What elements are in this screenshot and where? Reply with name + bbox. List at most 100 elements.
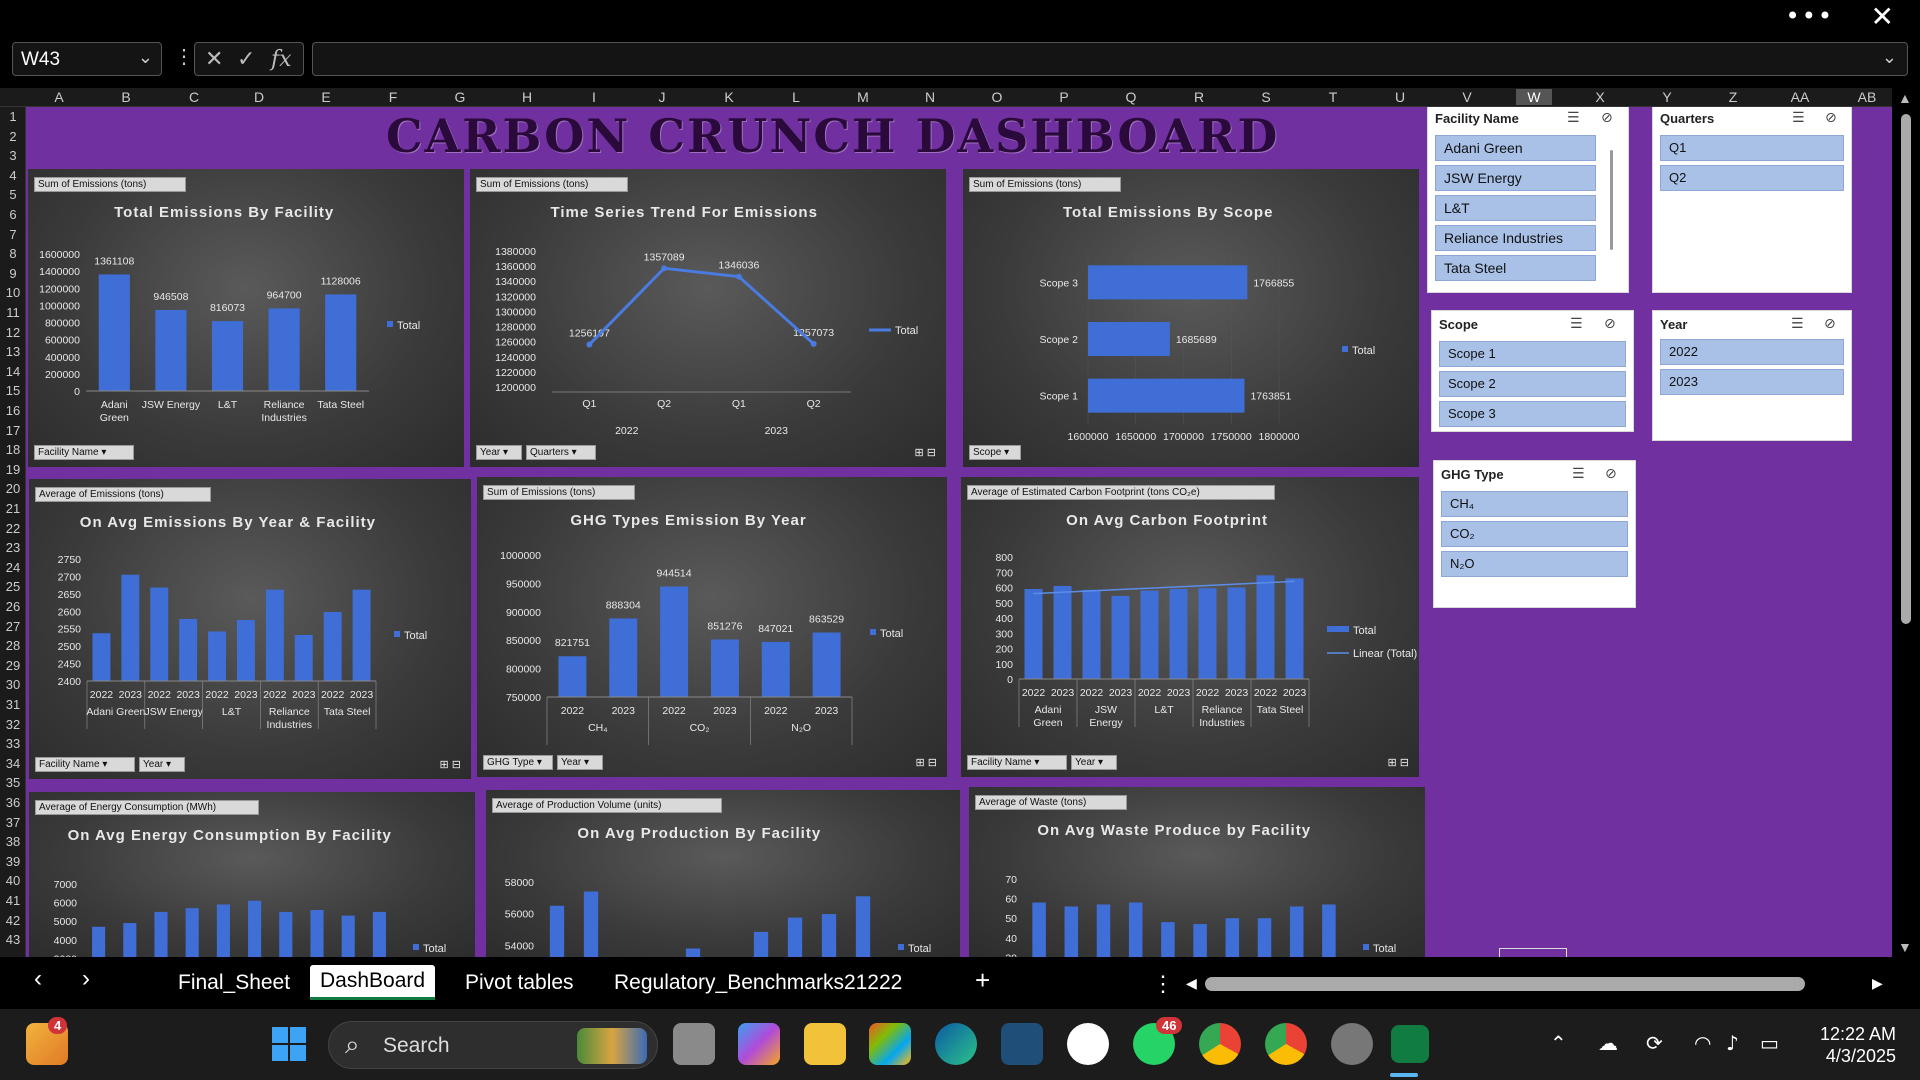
column-header-r[interactable]: R [1181,89,1217,105]
column-header-f[interactable]: F [375,89,411,105]
column-header-o[interactable]: O [979,89,1015,105]
chart-2[interactable]: Time Series Trend For Emissions Total 1380… [470,169,946,467]
filter-button-facility-name[interactable]: Facility Name ▾ [34,445,134,460]
formula-input[interactable]: ⌄ [312,42,1908,76]
filter-button-year[interactable]: Year ▾ [1071,755,1117,770]
slicer-facility[interactable]: Facility Name ☰ ⊘ Adani Green JSW Energy… [1427,107,1629,293]
column-header-h[interactable]: H [509,89,545,105]
name-box[interactable]: W43 ⌄ [12,42,162,76]
onedrive-icon[interactable]: ☁ [1598,1031,1618,1055]
clear-filter-icon[interactable]: ⊘ [1601,110,1613,126]
row-header-26[interactable]: 26 [0,599,26,614]
field-button[interactable]: Average of Emissions (tons) [35,487,211,502]
slicer-scrollbar[interactable] [1610,150,1613,250]
multi-select-icon[interactable]: ☰ [1792,110,1805,126]
slicer-year[interactable]: Year ☰ ⊘ 2022 2023 [1652,310,1852,441]
slicer-scope[interactable]: Scope ☰ ⊘ Scope 1 Scope 2 Scope 3 [1431,310,1634,432]
settings-icon[interactable] [1331,1023,1373,1065]
slicer-item[interactable]: Adani Green [1435,135,1596,161]
multi-select-icon[interactable]: ☰ [1791,316,1804,332]
chart-3[interactable]: Total Emissions By Scope Total 1600000 1650… [963,169,1419,467]
row-header-28[interactable]: 28 [0,638,26,653]
slicer-item[interactable]: Scope 1 [1439,341,1626,367]
filter-button-facility-name[interactable]: Facility Name ▾ [35,757,135,772]
column-header-ab[interactable]: AB [1849,89,1885,105]
scroll-right-icon[interactable]: ▶ [1872,975,1883,992]
column-header-aa[interactable]: AA [1782,89,1818,105]
filter-button-quarters[interactable]: Quarters ▾ [526,445,596,460]
expand-collapse-icon[interactable]: ⊞ ⊟ [915,446,937,459]
field-button[interactable]: Sum of Emissions (tons) [34,177,186,192]
taskbar-search[interactable]: ⌕ Search [328,1021,658,1069]
horizontal-scrollbar[interactable] [1205,977,1805,991]
selected-cell[interactable] [1499,948,1567,957]
row-header-15[interactable]: 15 [0,383,26,398]
slicer-item[interactable]: Tata Steel [1435,255,1596,281]
enter-icon[interactable]: ✓ [237,47,255,72]
windows-start-icon[interactable] [268,1023,310,1065]
row-header-36[interactable]: 36 [0,795,26,810]
slicer-quarters[interactable]: Quarters ☰ ⊘ Q1 Q2 [1652,107,1852,293]
column-header-m[interactable]: M [845,89,881,105]
row-header-9[interactable]: 9 [0,266,26,281]
copilot-icon[interactable] [738,1023,780,1065]
chart-6[interactable]: On Avg Carbon Footprint Total Linear (Tota… [961,477,1419,777]
column-header-y[interactable]: Y [1649,89,1685,105]
filter-button-ghg-type[interactable]: GHG Type ▾ [483,755,553,770]
column-header-u[interactable]: U [1382,89,1418,105]
row-header-17[interactable]: 17 [0,423,26,438]
clear-filter-icon[interactable]: ⊘ [1605,466,1617,482]
close-icon[interactable]: ✕ [1871,0,1894,33]
tab-final-sheet[interactable]: Final_Sheet [178,971,290,995]
column-header-k[interactable]: K [711,89,747,105]
sheet-menu-icon[interactable]: ⋮ [1152,971,1174,997]
row-header-37[interactable]: 37 [0,815,26,830]
slicer-item[interactable]: N₂O [1441,551,1628,577]
microsoft-store-icon[interactable] [869,1023,911,1065]
field-button[interactable]: Average of Waste (tons) [975,795,1127,810]
chrome-profile-icon[interactable] [1265,1023,1307,1065]
slicer-item[interactable]: CH₄ [1441,491,1628,517]
slicer-item[interactable]: L&T [1435,195,1596,221]
column-header-z[interactable]: Z [1715,89,1751,105]
field-button[interactable]: Sum of Emissions (tons) [483,485,635,500]
add-sheet-icon[interactable]: + [975,965,990,996]
row-header-11[interactable]: 11 [0,305,26,320]
row-header-34[interactable]: 34 [0,756,26,771]
column-header-x[interactable]: X [1582,89,1618,105]
column-header-a[interactable]: A [41,89,77,105]
chart-5[interactable]: GHG Types Emission By Year Total 1000000 95… [477,477,947,777]
row-header-5[interactable]: 5 [0,187,26,202]
row-header-14[interactable]: 14 [0,364,26,379]
vertical-dots-icon[interactable]: ⋮ [174,44,194,69]
row-header-33[interactable]: 33 [0,736,26,751]
row-header-21[interactable]: 21 [0,501,26,516]
column-header-i[interactable]: I [576,89,612,105]
filter-button-facility-name[interactable]: Facility Name ▾ [967,755,1067,770]
vertical-scrollbar[interactable]: ▲ ▼ [1892,88,1920,957]
filter-button-year[interactable]: Year ▾ [139,757,185,772]
edge-icon[interactable] [935,1023,977,1065]
scroll-up-icon[interactable]: ▲ [1898,90,1912,106]
row-header-4[interactable]: 4 [0,168,26,183]
chart-4[interactable]: On Avg Emissions By Year & Facility Total… [29,479,471,779]
column-header-w[interactable]: W [1516,89,1552,105]
tab-regulatory-benchmarks[interactable]: Regulatory_Benchmarks21222 [614,971,902,995]
row-header-7[interactable]: 7 [0,227,26,242]
clear-filter-icon[interactable]: ⊘ [1825,110,1837,126]
app-icon[interactable] [1001,1023,1043,1065]
insert-function-icon[interactable]: fx [271,47,292,72]
cancel-icon[interactable]: ✕ [205,47,223,72]
field-button[interactable]: Sum of Emissions (tons) [969,177,1121,192]
slicer-ghg-type[interactable]: GHG Type ☰ ⊘ CH₄ CO₂ N₂O [1433,460,1636,608]
slicer-item[interactable]: 2023 [1660,369,1844,395]
row-header-41[interactable]: 41 [0,893,26,908]
wifi-icon[interactable]: ◠ [1694,1031,1711,1055]
row-header-23[interactable]: 23 [0,540,26,555]
row-header-35[interactable]: 35 [0,775,26,790]
filter-button-scope[interactable]: Scope ▾ [969,445,1021,460]
slicer-item[interactable]: Reliance Industries [1435,225,1596,251]
chevron-down-icon[interactable]: ⌄ [138,47,153,68]
row-header-18[interactable]: 18 [0,442,26,457]
scroll-down-icon[interactable]: ▼ [1898,939,1912,955]
